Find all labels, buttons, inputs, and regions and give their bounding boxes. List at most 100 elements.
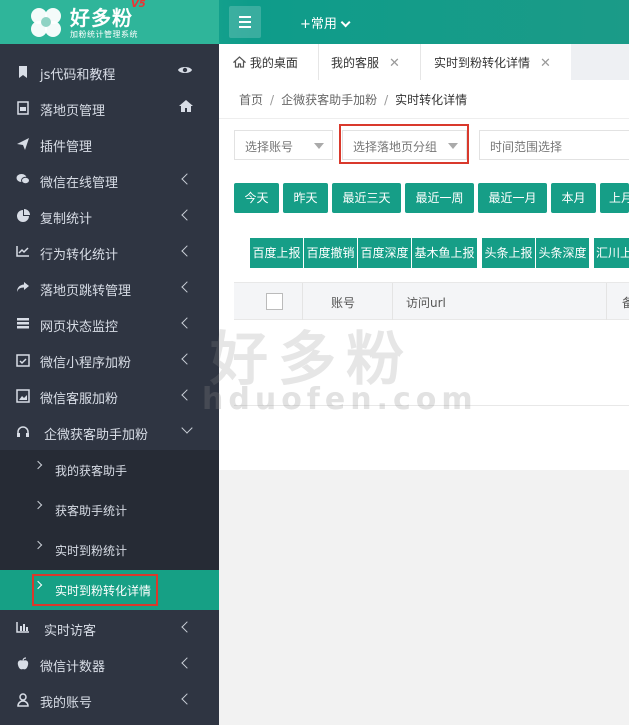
highlight-box: [339, 124, 469, 164]
sidebar-item-plugins[interactable]: 插件管理: [0, 126, 219, 162]
time-range-input[interactable]: 时间范围选择: [479, 130, 629, 160]
account-select-placeholder: 选择账号: [245, 140, 294, 154]
report-button-toutiao[interactable]: 头条上报: [482, 238, 536, 268]
common-menu-label: +常用: [300, 17, 337, 32]
breadcrumb: 首页 / 企微获客助手加粉 / 实时转化详情: [239, 91, 467, 108]
sidebar-item-behavior-stats[interactable]: 行为转化统计: [0, 234, 219, 270]
home-outline-icon: [232, 56, 250, 70]
tab-label: 实时到粉转化详情: [434, 56, 531, 70]
sidebar-item-label: 落地页管理: [40, 104, 106, 119]
chevron-left-icon: [181, 209, 193, 221]
caret-down-icon: [314, 143, 324, 149]
user-icon: [16, 693, 30, 707]
chevron-left-icon: [181, 353, 193, 365]
close-icon[interactable]: ✕: [540, 56, 551, 71]
sidebar-item-page-monitor[interactable]: 网页状态监控: [0, 306, 219, 342]
report-button-baidu[interactable]: 百度上报: [250, 238, 304, 268]
chevron-right-icon: [33, 500, 43, 510]
bookmark-icon: [16, 65, 30, 79]
sidebar-item-redirect[interactable]: 落地页跳转管理: [0, 270, 219, 306]
sidebar-item-label: 实时访客: [44, 624, 97, 639]
send-icon: [16, 137, 30, 151]
sidebar-item-label: 行为转化统计: [40, 248, 119, 263]
select-all-checkbox[interactable]: [266, 293, 283, 310]
tab-my-desktop[interactable]: 我的桌面: [219, 44, 319, 80]
date-button-last-3-days[interactable]: 最近三天: [332, 183, 401, 213]
sidebar-item-label: 企微获客助手加粉: [44, 428, 149, 443]
chevron-right-icon: [33, 540, 43, 550]
logo[interactable]: 好多粉 V5 加粉统计管理系统: [0, 0, 219, 44]
bar-chart-icon: [16, 621, 30, 635]
sidebar-item-label: 网页状态监控: [40, 320, 119, 335]
sidebar-item-copy-stats[interactable]: 复制统计: [0, 198, 219, 234]
sidebar-item-js-code[interactable]: js代码和教程: [0, 54, 219, 90]
sidebar-item-label: 微信小程序加粉: [40, 356, 132, 371]
close-icon[interactable]: ✕: [389, 56, 400, 71]
chevron-left-icon: [181, 245, 193, 257]
chevron-left-icon: [181, 657, 193, 669]
sidebar-item-wecom-assistant[interactable]: 企微获客助手加粉: [0, 414, 219, 450]
sidebar-item-label: 我的账号: [40, 696, 93, 711]
report-button-huichuan[interactable]: 汇川上: [594, 238, 629, 268]
sidebar-item-landing-pages[interactable]: 落地页管理: [0, 90, 219, 126]
report-button-baidu-revoke[interactable]: 百度撤销: [304, 238, 358, 268]
tab-bar: 我的桌面 我的客服 ✕ 实时到粉转化详情 ✕: [219, 44, 629, 80]
sidebar-item-label: 落地页跳转管理: [40, 284, 132, 299]
common-menu-dropdown[interactable]: +常用: [300, 13, 351, 32]
chevron-down-icon: [181, 422, 193, 434]
menu-toggle-button[interactable]: [229, 6, 261, 38]
app-title: 好多粉: [70, 6, 133, 30]
column-header-url: 访问url: [406, 296, 446, 310]
breadcrumb-separator: /: [270, 93, 275, 107]
eye-icon: [177, 64, 193, 80]
account-select[interactable]: 选择账号: [234, 130, 333, 160]
sidebar-subitem-assistant-stats[interactable]: 获客助手统计: [0, 490, 219, 530]
chevron-left-icon: [181, 693, 193, 705]
breadcrumb-parent[interactable]: 企微获客助手加粉: [281, 93, 377, 107]
report-button-baidu-deep[interactable]: 百度深度: [358, 238, 412, 268]
tab-realtime-conversion[interactable]: 实时到粉转化详情 ✕: [421, 44, 571, 80]
sidebar-item-realtime-visitors[interactable]: 实时访客: [0, 610, 219, 646]
chevron-left-icon: [181, 621, 193, 633]
image-icon: [16, 389, 30, 403]
sidebar-item-wechat-counter[interactable]: 微信计数器: [0, 646, 219, 682]
breadcrumb-separator: /: [384, 93, 389, 107]
report-button-jimuyu[interactable]: 基木鱼上报: [412, 238, 478, 268]
date-button-last-week[interactable]: 最近一周: [405, 183, 474, 213]
sidebar-subitem-realtime-stats[interactable]: 实时到粉统计: [0, 530, 219, 570]
date-button-yesterday[interactable]: 昨天: [283, 183, 328, 213]
sidebar-item-wechat-service[interactable]: 微信客服加粉: [0, 378, 219, 414]
sidebar-subitem-label: 实时到粉统计: [55, 544, 128, 558]
date-button-today[interactable]: 今天: [234, 183, 279, 213]
clover-logo-icon: [31, 8, 61, 37]
sidebar-item-label: 微信计数器: [40, 660, 106, 675]
line-chart-icon: [16, 245, 30, 259]
sidebar-subitem-my-assistant[interactable]: 我的获客助手: [0, 450, 219, 490]
column-header-account: 账号: [331, 296, 356, 310]
date-button-last-month[interactable]: 最近一月: [478, 183, 547, 213]
page-icon: [16, 101, 30, 115]
date-button-previous-month[interactable]: 上月: [600, 183, 629, 213]
sidebar-item-label: js代码和教程: [40, 68, 116, 83]
highlight-box: [32, 574, 158, 606]
breadcrumb-home[interactable]: 首页: [239, 93, 263, 107]
sidebar-subitem-realtime-conversion[interactable]: 实时到粉转化详情: [0, 570, 219, 610]
app-subtitle: 加粉统计管理系统: [70, 30, 138, 39]
calendar-icon: [16, 353, 30, 367]
app-version-badge: V5: [131, 0, 146, 10]
chevron-left-icon: [181, 281, 193, 293]
tab-label: 我的客服: [331, 56, 380, 70]
divider: [219, 118, 629, 119]
hamburger-icon: [239, 16, 251, 18]
sidebar-item-label: 插件管理: [40, 140, 93, 155]
sidebar-item-mini-program[interactable]: 微信小程序加粉: [0, 342, 219, 378]
sidebar-item-label: 微信在线管理: [40, 176, 119, 191]
tab-my-service[interactable]: 我的客服 ✕: [319, 44, 421, 80]
sidebar-item-wechat-online[interactable]: 微信在线管理: [0, 162, 219, 198]
chevron-down-icon: [340, 17, 351, 28]
report-button-toutiao-deep[interactable]: 头条深度: [536, 238, 590, 268]
time-range-placeholder: 时间范围选择: [490, 140, 563, 154]
sidebar-subitem-label: 我的获客助手: [55, 464, 128, 478]
date-button-this-month[interactable]: 本月: [551, 183, 596, 213]
sidebar-item-my-account[interactable]: 我的账号: [0, 682, 219, 718]
